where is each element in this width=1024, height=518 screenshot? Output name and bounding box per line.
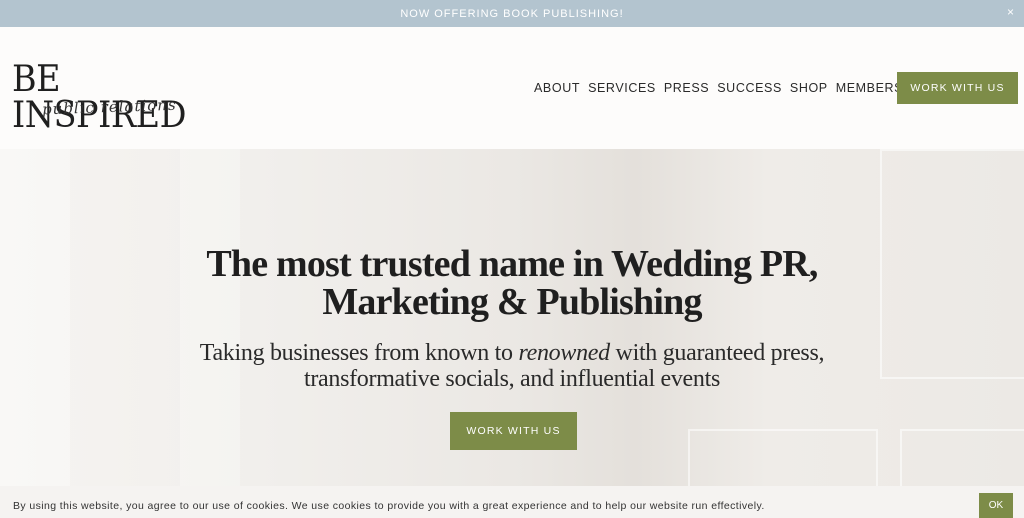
curtain-soft — [180, 149, 240, 518]
subheadline-pre: Taking businesses from known to — [199, 340, 519, 366]
main-nav: ABOUT SERVICES PRESS SUCCESS SHOP MEMBER… — [534, 81, 926, 95]
nav-success[interactable]: SUCCESS — [717, 81, 782, 95]
nav-services[interactable]: SERVICES — [588, 81, 656, 95]
subheadline-line-2: transformative socials, and influential … — [303, 366, 721, 392]
curtain-left — [0, 149, 70, 518]
headline-line-1: The most trusted name in Wedding PR, — [206, 243, 818, 285]
subheadline-emphasis: renowned — [518, 340, 610, 366]
nav-shop[interactable]: SHOP — [790, 81, 828, 95]
close-icon[interactable]: × — [1007, 5, 1015, 19]
hero-headline: The most trusted name in Wedding PR, Mar… — [0, 245, 1024, 321]
cookie-text: By using this website, you agree to our … — [13, 500, 765, 512]
hero-subheadline: Taking businesses from known to renowned… — [0, 340, 1024, 392]
announcement-text[interactable]: NOW OFFERING BOOK PUBLISHING! — [400, 8, 623, 20]
cookie-ok-button[interactable]: OK — [979, 493, 1013, 518]
hero-section: The most trusted name in Wedding PR, Mar… — [0, 149, 1024, 518]
site-header: BE INSPIRED public relations ABOUT SERVI… — [0, 27, 1024, 149]
nav-about[interactable]: ABOUT — [534, 81, 580, 95]
cookie-banner: By using this website, you agree to our … — [0, 486, 1024, 518]
announcement-bar: NOW OFFERING BOOK PUBLISHING! × — [0, 0, 1024, 27]
hero-work-with-us-button[interactable]: WORK WITH US — [450, 412, 577, 450]
subheadline-post: with guaranteed press, — [609, 340, 825, 366]
logo[interactable]: BE INSPIRED public relations — [12, 62, 227, 134]
header-work-with-us-button[interactable]: WORK WITH US — [897, 72, 1018, 104]
nav-press[interactable]: PRESS — [664, 81, 709, 95]
headline-line-2: Marketing & Publishing — [322, 281, 702, 323]
